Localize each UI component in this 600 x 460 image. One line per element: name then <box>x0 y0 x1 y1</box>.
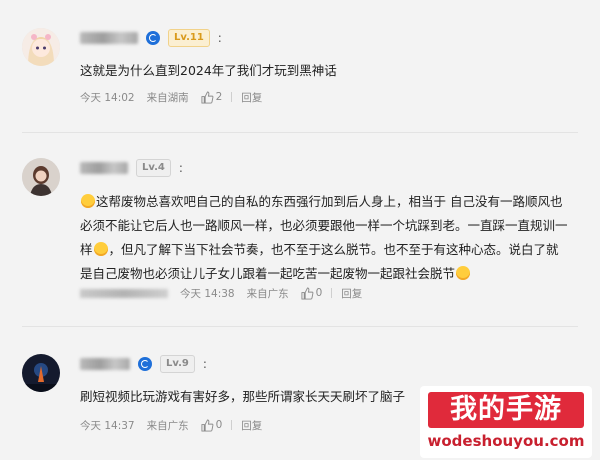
level-badge: Lv.11 <box>168 29 210 47</box>
emoji-icon <box>81 194 95 208</box>
emoji-icon <box>93 242 108 256</box>
reply-button[interactable]: 回复 <box>341 286 362 301</box>
avatar[interactable] <box>22 354 60 392</box>
avatar-dark-scene-image <box>22 354 60 392</box>
comment-meta: 今天 14:02 来自湖南 2 回复 <box>80 89 262 105</box>
comment-text: 这就是为什么直到2024年了我们才玩到黑神话 <box>80 63 337 78</box>
level-badge: Lv.4 <box>136 159 171 177</box>
colon: : <box>217 31 222 45</box>
colon: : <box>202 357 207 371</box>
redacted-text <box>80 288 168 298</box>
comment-location: 来自广东 <box>146 419 189 432</box>
comment-divider <box>22 132 578 133</box>
comment-location: 来自湖南 <box>146 91 189 104</box>
comment-location: 来自广东 <box>246 287 289 300</box>
comment-divider <box>22 326 578 327</box>
verified-badge-icon <box>146 31 160 45</box>
username-redacted[interactable] <box>80 358 130 370</box>
verified-badge-icon <box>138 357 152 371</box>
comment-header: Lv.11 : <box>80 28 222 48</box>
username-redacted[interactable] <box>80 32 138 44</box>
comment-text-part-2: ，但凡了解下当下社会节奏，也不至于这么脱节。也不至于有这种心态。说白了就是自己废… <box>80 242 559 281</box>
thumbs-up-icon[interactable] <box>201 90 214 104</box>
reply-button[interactable]: 回复 <box>241 418 262 433</box>
colon: : <box>178 161 183 175</box>
avatar-anime-girl-image <box>22 28 60 66</box>
comment-header: Lv.4 : <box>80 158 183 178</box>
divider <box>331 288 333 298</box>
site-watermark: 我的手游 wodeshouyou.com <box>420 386 592 458</box>
like-count: 2 <box>215 91 223 103</box>
level-badge: Lv.9 <box>160 355 195 373</box>
watermark-url: wodeshouyou.com <box>427 432 585 450</box>
username-redacted[interactable] <box>80 162 128 174</box>
comment-meta: 今天 14:37 来自广东 0 回复 <box>80 417 262 433</box>
watermark-logo-text: 我的手游 <box>428 392 584 428</box>
avatar[interactable] <box>22 158 60 196</box>
comment-header: Lv.9 : <box>80 354 207 374</box>
like-count: 0 <box>215 419 223 431</box>
avatar-girl-photo-image <box>22 158 60 196</box>
comment-time: 今天 14:38 <box>180 287 235 300</box>
divider <box>231 420 233 430</box>
thumbs-up-icon[interactable] <box>301 286 314 300</box>
emoji-icon <box>456 266 471 280</box>
reply-button[interactable]: 回复 <box>241 90 262 105</box>
comment-time: 今天 14:02 <box>80 91 135 104</box>
like-count: 0 <box>315 287 323 299</box>
comment-meta: 今天 14:38 来自广东 0 回复 <box>80 285 362 301</box>
comment-text: 这帮废物总喜欢吧自己的自私的东西强行加到后人身上，相当于 自己没有一路顺风也必须… <box>80 190 570 286</box>
avatar[interactable] <box>22 28 60 66</box>
comment-time: 今天 14:37 <box>80 419 135 432</box>
divider <box>231 92 233 102</box>
thumbs-up-icon[interactable] <box>201 418 214 432</box>
